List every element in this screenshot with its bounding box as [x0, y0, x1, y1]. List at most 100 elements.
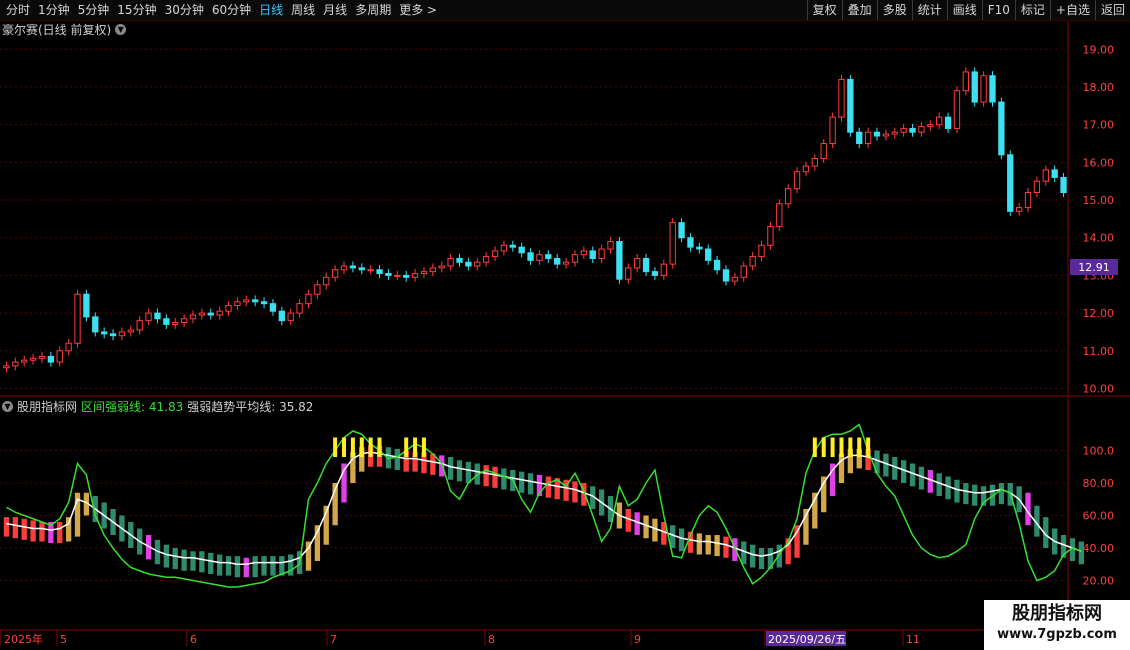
candle-up	[767, 225, 774, 246]
candle-up	[749, 256, 756, 267]
tool-button-6[interactable]: 标记	[1014, 0, 1050, 20]
candle-down	[92, 316, 99, 333]
tab-period-8[interactable]: 月线	[319, 0, 351, 20]
indicator-line1-label: 区间强弱线: 41.83	[81, 399, 184, 414]
yellow-signal-mark	[350, 437, 355, 457]
indicator-bar	[243, 557, 249, 578]
candle-down	[589, 250, 596, 259]
candle-down	[545, 254, 552, 259]
candle-up	[420, 271, 428, 275]
indicator-bar	[456, 460, 463, 482]
candle-up	[29, 357, 37, 361]
candle-up	[625, 267, 632, 280]
candle-down	[154, 312, 161, 320]
tab-period-10[interactable]: 更多 >	[395, 0, 441, 20]
indicator-line2-label: 强弱趋势平均线: 35.82	[187, 399, 314, 414]
indicator-bar	[998, 483, 1005, 505]
candle-up	[891, 131, 898, 135]
candle-up	[1042, 169, 1049, 182]
candle-up	[118, 331, 126, 337]
candle-up	[598, 248, 605, 259]
indicator-bar	[181, 549, 187, 571]
indicator-bar	[714, 535, 720, 557]
tab-period-9[interactable]: 多周期	[351, 0, 395, 20]
candle-down	[465, 261, 472, 267]
indicator-bar	[927, 470, 933, 493]
tab-period-0[interactable]: 分时	[2, 0, 34, 20]
tool-button-7[interactable]: +自选	[1049, 0, 1095, 20]
tab-period-6[interactable]: 日线	[255, 0, 287, 20]
tool-button-3[interactable]: 统计	[911, 0, 947, 20]
indicator-bar	[723, 536, 729, 558]
candle-up	[864, 131, 872, 145]
candle-down	[642, 257, 650, 273]
indicator-bar	[465, 461, 472, 483]
indicator-name[interactable]: 股朋指标网	[17, 398, 77, 415]
candle-up	[296, 303, 303, 314]
yellow-signal-mark	[413, 437, 418, 457]
candle-up	[660, 263, 667, 276]
candle-down	[518, 246, 525, 254]
indicator-bar	[1078, 541, 1084, 565]
candle-up	[172, 322, 179, 325]
indicator-bar	[252, 556, 258, 578]
candle-down	[47, 355, 55, 363]
indicator-bars	[3, 445, 1084, 578]
tool-button-0[interactable]: 复权	[806, 0, 842, 20]
price-tick-label: 17.00	[1083, 119, 1115, 132]
tab-period-1[interactable]: 1分钟	[34, 0, 74, 20]
indicator-bar	[936, 473, 942, 496]
indicator-bar	[172, 548, 178, 570]
candle-up	[474, 261, 481, 267]
indicator-bar	[216, 554, 223, 576]
candle-up	[962, 71, 970, 92]
candle-up	[136, 320, 143, 331]
yellow-signal-mark	[377, 437, 382, 457]
indicator-bar	[741, 541, 747, 565]
candle-down	[1060, 176, 1067, 194]
candle-down	[109, 333, 117, 337]
candle-up	[776, 203, 783, 227]
tool-button-4[interactable]: 画线	[946, 0, 982, 20]
tool-button-1[interactable]: 叠加	[841, 0, 877, 20]
indicator-bar	[394, 448, 400, 470]
tab-period-5[interactable]: 60分钟	[208, 0, 255, 20]
candle-up	[900, 127, 907, 133]
tool-button-5[interactable]: F10	[981, 0, 1015, 20]
yellow-signal-mark	[333, 437, 338, 457]
yellow-signal-mark	[359, 437, 364, 457]
indicator-bar	[483, 465, 489, 487]
indicator-signal-marks	[333, 437, 871, 457]
chevron-down-icon[interactable]: ▼	[2, 400, 13, 412]
candle-up	[3, 365, 10, 369]
tab-period-7[interactable]: 周线	[287, 0, 319, 20]
indicator-tick-label: 20.00	[1083, 575, 1115, 588]
tool-button-2[interactable]: 多股	[876, 0, 912, 20]
candle-down	[989, 75, 996, 103]
indicator-bar	[963, 483, 969, 505]
tab-period-3[interactable]: 15分钟	[113, 0, 160, 20]
indicator-bar	[208, 552, 214, 574]
time-axis-label: 2025/09/26/五	[768, 633, 846, 646]
tab-period-2[interactable]: 5分钟	[74, 0, 114, 20]
indicator-bar	[57, 522, 63, 544]
price-tick-label: 11.00	[1083, 345, 1115, 358]
candle-down	[705, 248, 712, 261]
candle-up	[571, 254, 579, 263]
candle-down	[509, 244, 516, 248]
candle-up	[1024, 192, 1032, 209]
indicator-bar	[652, 518, 658, 542]
candle-down	[554, 257, 561, 265]
tool-buttons: 复权 叠加 多股 统计 画线 F10 标记 +自选 返回	[806, 0, 1130, 20]
candle-up	[21, 359, 28, 363]
tool-button-8[interactable]: 返回	[1094, 0, 1130, 20]
chevron-down-icon[interactable]: ▼	[115, 23, 127, 35]
candle-up	[429, 267, 437, 273]
indicator-bar	[527, 473, 534, 495]
indicator-bar	[749, 544, 756, 568]
candle-up	[287, 312, 294, 322]
candle-down	[687, 237, 694, 248]
time-axis-label: 7	[330, 633, 337, 646]
tab-period-4[interactable]: 30分钟	[161, 0, 208, 20]
chart-area[interactable]: 19.0018.0017.0016.0015.0014.0013.0012.00…	[0, 0, 1130, 650]
